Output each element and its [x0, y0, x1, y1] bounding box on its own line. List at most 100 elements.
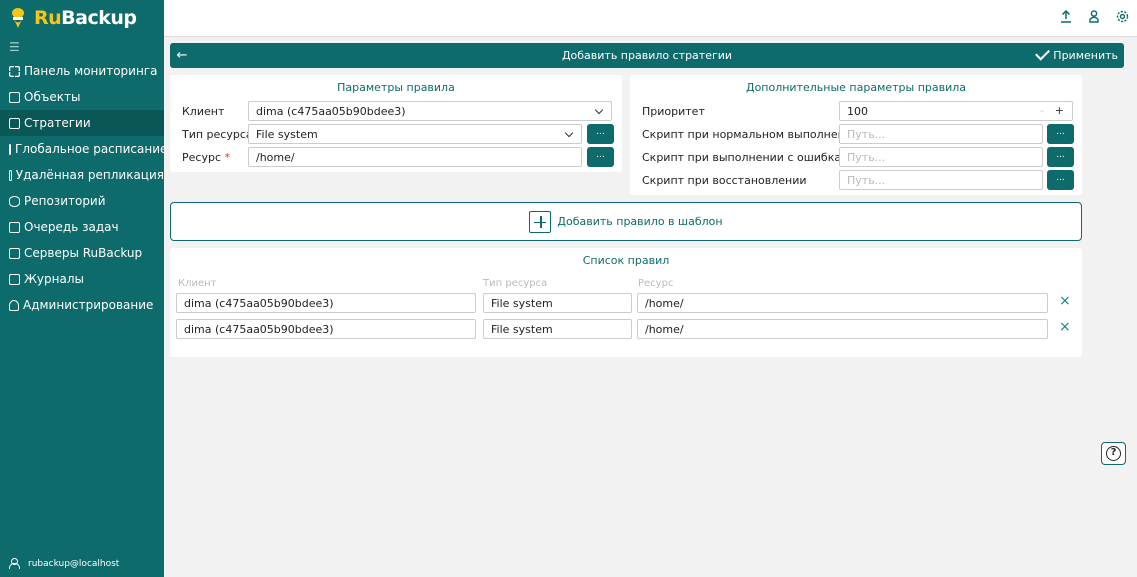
client-select-value: dima (c475aa05b90bdee3) — [256, 104, 406, 118]
sidebar-item-label: Стратегии — [24, 116, 91, 130]
chevron-down-icon — [594, 105, 604, 115]
apply-button[interactable]: Применить — [1035, 43, 1118, 68]
client-label: Клиент — [182, 105, 225, 118]
logo-text: RuBackup — [34, 7, 137, 29]
plus-icon — [529, 210, 552, 233]
current-user[interactable]: rubackup@localhost — [9, 558, 119, 569]
resource-type-label: Тип ресурса — [182, 128, 253, 141]
script-ok-input[interactable]: Путь... — [839, 124, 1043, 144]
user-icon[interactable] — [1089, 10, 1099, 23]
calendar-icon — [9, 143, 11, 155]
script-ok-label: Скрипт при нормальном выполнении — [642, 128, 860, 141]
sidebar-nav: Панель мониторинга Объекты Стратегии Гло… — [0, 58, 168, 318]
sidebar-item-monitoring[interactable]: Панель мониторинга — [0, 58, 164, 84]
script-err-input[interactable]: Путь... — [839, 147, 1043, 167]
row-type-field[interactable]: File system — [483, 293, 632, 313]
script-restore-browse-button[interactable]: ... — [1047, 170, 1074, 190]
grid-icon — [9, 65, 20, 77]
required-mark: * — [224, 151, 231, 164]
column-header-resource: Ресурс — [638, 278, 674, 289]
sidebar-item-repository[interactable]: Репозиторий — [0, 188, 164, 214]
sidebar-item-task-queue[interactable]: Очередь задач — [0, 214, 164, 240]
sidebar-item-label: Очередь задач — [24, 220, 119, 234]
resource-value: /home/ — [256, 150, 295, 164]
help-icon: ? — [1106, 446, 1121, 461]
resource-type-select[interactable]: File system — [248, 124, 582, 144]
column-header-client: Клиент — [178, 278, 217, 289]
delete-row-button[interactable]: × — [1059, 319, 1071, 335]
increment-button[interactable]: + — [1055, 104, 1064, 117]
sidebar-item-label: Администрирование — [23, 298, 154, 312]
priority-label: Приоритет — [642, 105, 705, 118]
sidebar-item-servers[interactable]: Серверы RuBackup — [0, 240, 164, 266]
collapse-menu-button[interactable]: ☰ — [0, 36, 164, 58]
sidebar-item-objects[interactable]: Объекты — [0, 84, 164, 110]
resource-type-more-button[interactable]: ... — [587, 124, 614, 144]
person-icon — [9, 558, 20, 569]
priority-value: 100 — [847, 104, 868, 118]
sidebar-item-label: Объекты — [24, 90, 81, 104]
sidebar-item-label: Удалённая репликация — [15, 168, 164, 182]
page-title: Добавить правило стратегии — [561, 49, 733, 62]
row-type-field[interactable]: File system — [483, 319, 632, 339]
row-client-field[interactable]: dima (c475aa05b90bdee3) — [176, 293, 476, 313]
sidebar-item-global-schedule[interactable]: Глобальное расписание — [0, 136, 168, 162]
priority-stepper[interactable]: 100 - + — [839, 101, 1073, 121]
sidebar-item-label: Репозиторий — [24, 194, 106, 208]
settings-icon[interactable] — [1116, 10, 1129, 23]
script-err-label: Скрипт при выполнении с ошибками — [642, 151, 857, 164]
sidebar-item-logs[interactable]: Журналы — [0, 266, 164, 292]
replication-icon — [9, 169, 12, 181]
path-placeholder: Путь... — [847, 127, 886, 141]
row-resource-field[interactable]: /home/ — [637, 293, 1048, 313]
row-client-field[interactable]: dima (c475aa05b90bdee3) — [176, 319, 476, 339]
path-placeholder: Путь... — [847, 173, 886, 187]
decrement-button[interactable]: - — [1040, 104, 1044, 117]
sidebar-item-remote-replication[interactable]: Удалённая репликация — [0, 162, 164, 188]
sidebar: RuBackup ☰ Панель мониторинга Объекты Ст… — [0, 0, 168, 577]
extra-params-card: Дополнительные параметры правила Приорит… — [630, 75, 1082, 195]
database-icon — [9, 195, 20, 207]
resource-input[interactable]: /home/ — [248, 147, 582, 167]
monitor-icon — [9, 91, 20, 103]
page-header: ← Добавить правило стратегии Применить — [170, 43, 1124, 68]
rubackup-logo-icon — [12, 8, 24, 28]
current-user-label: rubackup@localhost — [28, 558, 120, 569]
sidebar-item-administration[interactable]: Администрирование — [0, 292, 164, 318]
log-icon — [9, 273, 20, 285]
upload-icon[interactable] — [1060, 10, 1072, 23]
sidebar-item-label: Серверы RuBackup — [24, 246, 143, 260]
sidebar-item-label: Панель мониторинга — [24, 64, 158, 78]
check-icon — [1035, 45, 1051, 61]
script-ok-browse-button[interactable]: ... — [1047, 124, 1074, 144]
chevron-down-icon — [564, 128, 574, 138]
arrow-left-icon: ← — [176, 48, 188, 63]
sidebar-item-label: Глобальное расписание — [15, 142, 168, 156]
logo: RuBackup — [0, 0, 164, 36]
resource-label: Ресурс * — [182, 151, 230, 164]
queue-icon — [9, 221, 20, 233]
rules-list-card: Список правил Клиент Тип ресурса Ресурс … — [170, 248, 1082, 357]
column-header-type: Тип ресурса — [483, 278, 548, 289]
path-placeholder: Путь... — [847, 150, 886, 164]
help-button[interactable]: ? — [1101, 442, 1126, 465]
script-restore-input[interactable]: Путь... — [839, 170, 1043, 190]
client-select[interactable]: dima (c475aa05b90bdee3) — [248, 101, 612, 121]
script-restore-label: Скрипт при восстановлении — [642, 174, 807, 187]
sidebar-item-strategies[interactable]: Стратегии — [0, 110, 164, 136]
resource-type-value: File system — [256, 127, 318, 141]
resource-browse-button[interactable]: ... — [587, 147, 614, 167]
row-resource-field[interactable]: /home/ — [637, 319, 1048, 339]
add-rule-button[interactable]: Добавить правило в шаблон — [170, 202, 1082, 241]
rules-list-title: Список правил — [582, 254, 670, 267]
delete-row-button[interactable]: × — [1059, 293, 1071, 309]
back-button[interactable]: ← — [170, 48, 194, 63]
rule-params-card: Параметры правила Клиент dima (c475aa05b… — [170, 75, 622, 172]
topbar — [164, 0, 1137, 37]
server-icon — [9, 247, 20, 259]
script-err-browse-button[interactable]: ... — [1047, 147, 1074, 167]
add-rule-label: Добавить правило в шаблон — [557, 215, 723, 228]
list-icon: ☰ — [9, 40, 20, 54]
user-icon — [9, 299, 19, 311]
apply-label: Применить — [1053, 49, 1118, 62]
